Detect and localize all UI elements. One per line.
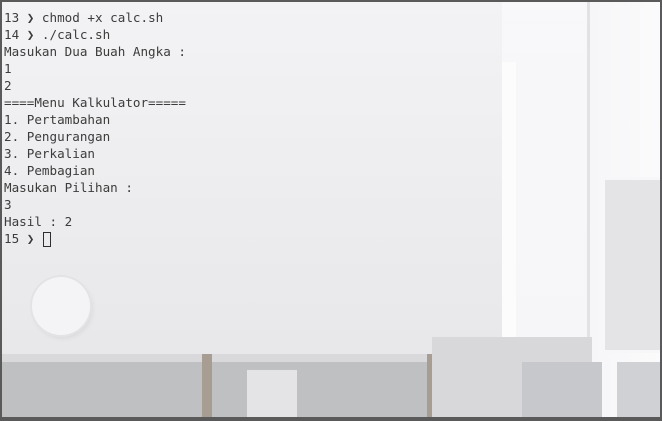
wallpaper-shelf-post (202, 354, 212, 417)
wallpaper-window-pane (602, 177, 660, 353)
output-line: 3 (4, 197, 12, 212)
prompt-arrow-icon: ❯ (19, 231, 42, 246)
output-line: Hasil : 2 (4, 214, 73, 229)
output-line: 3. Perkalian (4, 146, 95, 161)
output-line: 2 (4, 78, 12, 93)
command-text: chmod +x calc.sh (41, 10, 164, 25)
wallpaper-floor (522, 362, 602, 417)
output-line: Masukan Pilihan : (4, 180, 133, 195)
prompt-arrow-icon: ❯ (19, 10, 42, 25)
output-line: ====Menu Kalkulator===== (4, 95, 186, 110)
text-cursor[interactable] (42, 232, 51, 247)
wallpaper-shelf-panel (247, 370, 297, 417)
wallpaper-clock (32, 277, 90, 335)
output-line: 1 (4, 61, 12, 76)
output-line: 2. Pengurangan (4, 129, 111, 144)
output-line: Masukan Dua Buah Angka : (4, 44, 186, 59)
prompt-line: 13 ❯ chmod +x calc.sh (4, 9, 186, 26)
terminal-output[interactable]: 13 ❯ chmod +x calc.sh 14 ❯ ./calc.sh Masuk… (4, 9, 186, 247)
wallpaper-shelf (2, 354, 442, 417)
wallpaper-detail (502, 62, 516, 362)
terminal-window[interactable]: 13 ❯ chmod +x calc.sh 14 ❯ ./calc.sh Masuk… (0, 0, 662, 421)
command-text: ./calc.sh (41, 27, 111, 42)
line-number: 14 (4, 27, 20, 42)
prompt-arrow-icon: ❯ (19, 27, 42, 42)
output-line: 1. Pertambahan (4, 112, 111, 127)
prompt-line: 15 ❯ (4, 230, 186, 247)
wallpaper-shelf-top (2, 354, 442, 362)
wallpaper-window-pane-lower (617, 362, 660, 417)
line-number: 15 (4, 231, 20, 246)
prompt-line: 14 ❯ ./calc.sh (4, 26, 186, 43)
output-line: 4. Pembagian (4, 163, 95, 178)
line-number: 13 (4, 10, 20, 25)
